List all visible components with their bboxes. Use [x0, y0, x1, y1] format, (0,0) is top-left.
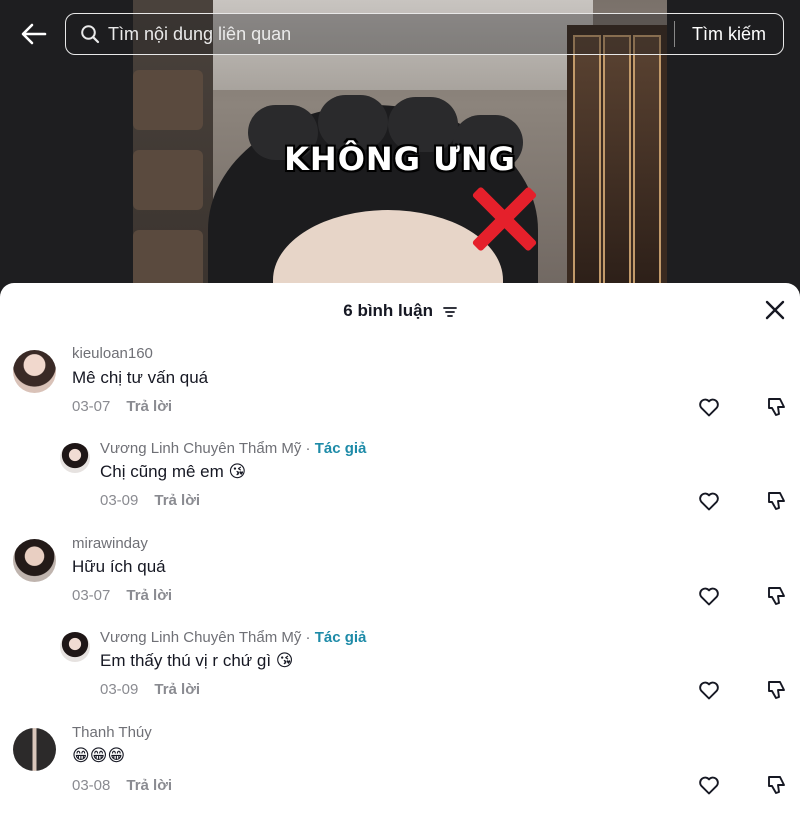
- comments-count: 6 bình luận: [343, 301, 433, 320]
- comment-meta: 03-07 Trả lời: [72, 587, 172, 604]
- heart-icon[interactable]: [697, 395, 721, 419]
- avatar[interactable]: [13, 539, 56, 582]
- comment-text: Em thấy thú vị r chứ gì 😘: [100, 651, 294, 670]
- search-button[interactable]: Tìm kiếm: [675, 24, 783, 45]
- avatar[interactable]: [60, 443, 90, 473]
- close-icon[interactable]: [764, 299, 786, 321]
- reply-button[interactable]: Trả lời: [154, 492, 200, 509]
- reply-button[interactable]: Trả lời: [126, 587, 172, 604]
- reply-button[interactable]: Trả lời: [154, 681, 200, 698]
- comments-header: 6 bình luận: [0, 283, 800, 337]
- search-bar[interactable]: Tìm nội dung liên quan Tìm kiếm: [65, 13, 784, 55]
- comment-text: Chị cũng mê em 😘: [100, 462, 247, 481]
- comments-count-button[interactable]: 6 bình luận: [0, 301, 800, 321]
- comments-sheet: 6 bình luận kieuloan160 Mê chị tư vấn qu…: [0, 283, 800, 826]
- red-x-icon: [468, 183, 540, 255]
- comment-username[interactable]: kieuloan160: [72, 345, 153, 362]
- comment-meta: 03-09 Trả lời: [100, 492, 200, 509]
- author-tag: Tác giả: [314, 440, 367, 457]
- author-tag: Tác giả: [314, 629, 367, 646]
- arrow-left-icon: [21, 23, 47, 45]
- comment-username[interactable]: Thanh Thúy: [72, 724, 152, 741]
- comment-text: Hữu ích quá: [72, 557, 166, 576]
- comment-date: 03-07: [72, 587, 111, 604]
- comment-username[interactable]: Vương Linh Chuyên Thẩm Mỹ · Tác giả: [100, 440, 366, 457]
- reply-button[interactable]: Trả lời: [126, 398, 172, 415]
- comment-username[interactable]: Vương Linh Chuyên Thẩm Mỹ · Tác giả: [100, 629, 366, 646]
- comment-meta: 03-09 Trả lời: [100, 681, 200, 698]
- thumbs-down-icon[interactable]: [764, 584, 788, 608]
- avatar[interactable]: [13, 728, 56, 771]
- comment-date: 03-08: [72, 777, 111, 794]
- reply-button[interactable]: Trả lời: [126, 777, 172, 794]
- back-button[interactable]: [18, 18, 50, 50]
- avatar[interactable]: [13, 350, 56, 393]
- heart-icon[interactable]: [697, 489, 721, 513]
- video-overlay-text: KHÔNG ƯNG: [284, 140, 516, 178]
- comment-date: 03-09: [100, 492, 139, 509]
- thumbs-down-icon[interactable]: [764, 395, 788, 419]
- filter-icon: [442, 306, 457, 317]
- comment-username[interactable]: mirawinday: [72, 535, 148, 552]
- comment-text: Mê chị tư vấn quá: [72, 368, 209, 387]
- comment-username-text: Vương Linh Chuyên Thẩm Mỹ ·: [100, 629, 315, 646]
- comment-date: 03-07: [72, 398, 111, 415]
- thumbs-down-icon[interactable]: [764, 678, 788, 702]
- thumbs-down-icon[interactable]: [764, 773, 788, 797]
- avatar[interactable]: [60, 632, 90, 662]
- comment-meta: 03-08 Trả lời: [72, 777, 172, 794]
- comment-date: 03-09: [100, 681, 139, 698]
- heart-icon[interactable]: [697, 773, 721, 797]
- search-input[interactable]: Tìm nội dung liên quan: [108, 24, 674, 45]
- comment-text: 😁😁😁: [72, 746, 126, 766]
- thumbs-down-icon[interactable]: [764, 489, 788, 513]
- heart-icon[interactable]: [697, 678, 721, 702]
- comment-username-text: Vương Linh Chuyên Thẩm Mỹ ·: [100, 440, 315, 457]
- comment-meta: 03-07 Trả lời: [72, 398, 172, 415]
- heart-icon[interactable]: [697, 584, 721, 608]
- search-icon: [81, 25, 100, 44]
